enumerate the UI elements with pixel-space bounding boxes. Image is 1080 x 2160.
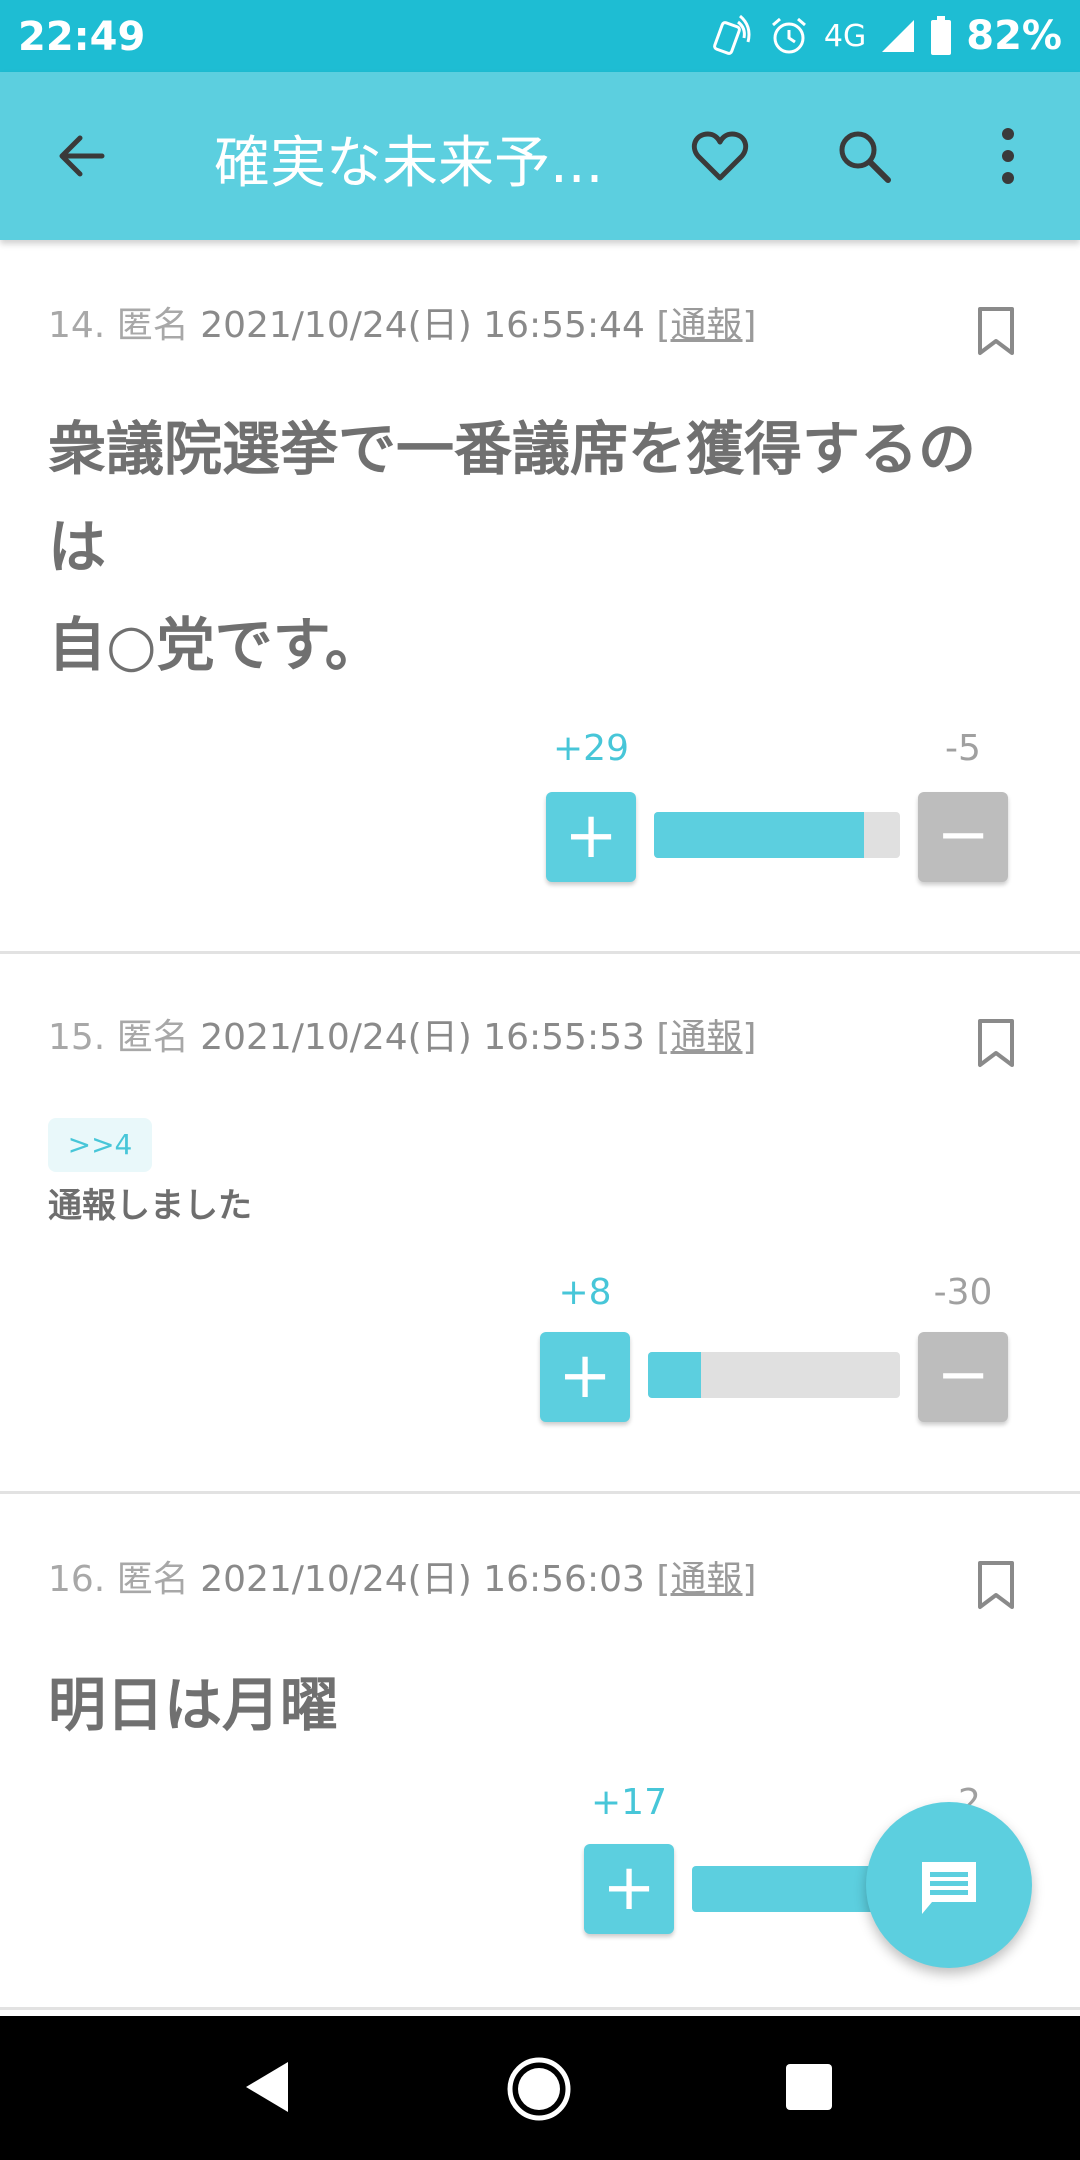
plus-button[interactable]: +	[546, 792, 636, 882]
post-number: 15.	[48, 1017, 106, 1058]
post-author: 匿名	[116, 1559, 189, 1600]
post-body-line: 自○党です。	[48, 611, 383, 679]
network-type: 4G	[823, 18, 867, 54]
plus-count: +8	[558, 1272, 612, 1313]
status-time: 22:49	[18, 14, 146, 60]
nav-back-icon[interactable]	[244, 2060, 290, 2114]
bookmark-icon[interactable]	[976, 1018, 1016, 1068]
minus-button[interactable]: −	[918, 1332, 1008, 1422]
back-arrow-icon[interactable]	[50, 124, 114, 188]
nav-home-icon[interactable]	[506, 2056, 572, 2122]
reply-anchor-chip[interactable]: >>4	[48, 1118, 152, 1172]
battery-percent: 82%	[966, 13, 1062, 59]
report-link[interactable]: [通報]	[656, 305, 756, 346]
post-14: 14. 匿名 2021/10/24(日) 16:55:44 [通報] 衆議院選挙…	[0, 240, 1080, 954]
vote-ratio-fill	[648, 1352, 701, 1398]
post-author: 匿名	[116, 1017, 189, 1058]
plus-count: +29	[553, 728, 629, 769]
post-body-line: 衆議院選挙で一番議席を獲得するの	[48, 415, 977, 483]
comment-icon	[922, 1862, 976, 1914]
post-15: 15. 匿名 2021/10/24(日) 16:55:53 [通報] >>4 通…	[0, 954, 1080, 1494]
plus-button[interactable]: +	[584, 1844, 674, 1934]
report-link[interactable]: [通報]	[656, 1559, 756, 1600]
post-meta: 15. 匿名 2021/10/24(日) 16:55:53 [通報]	[48, 1008, 756, 1060]
system-nav-bar	[0, 2016, 1080, 2160]
status-bar: 22:49 4G 82%	[0, 0, 1080, 72]
post-number: 16.	[48, 1559, 106, 1600]
post-body: 明日は月曜	[48, 1671, 339, 1739]
vote-ratio-bar	[648, 1352, 900, 1398]
post-meta: 14. 匿名 2021/10/24(日) 16:55:44 [通報]	[48, 296, 756, 348]
app-bar: 確実な未来予...	[0, 72, 1080, 240]
vote-ratio-fill	[654, 812, 864, 858]
minus-count: -5	[945, 728, 981, 769]
post-body: 衆議院選挙で一番議席を獲得するの は 自○党です。	[48, 400, 976, 694]
vote-ratio-bar	[654, 812, 900, 858]
plus-button[interactable]: +	[540, 1332, 630, 1422]
post-datetime: 2021/10/24(日) 16:55:53	[200, 1017, 645, 1058]
alarm-icon	[771, 17, 806, 54]
heart-icon[interactable]	[688, 124, 752, 188]
minus-button[interactable]: −	[918, 792, 1008, 882]
post-datetime: 2021/10/24(日) 16:56:03	[200, 1559, 645, 1600]
status-icons: 4G 82%	[710, 12, 1062, 60]
more-vert-icon[interactable]	[980, 124, 1036, 188]
signal-icon	[882, 20, 915, 52]
bookmark-icon[interactable]	[976, 1560, 1016, 1610]
post-body: 通報しました	[48, 1186, 252, 1226]
nfc-phone-icon	[713, 14, 751, 55]
nav-recents-icon[interactable]	[786, 2064, 832, 2110]
comment-fab[interactable]	[866, 1802, 1032, 1968]
page-title: 確実な未来予...	[214, 131, 604, 196]
post-meta: 16. 匿名 2021/10/24(日) 16:56:03 [通報]	[48, 1550, 756, 1602]
post-number: 14.	[48, 305, 106, 346]
minus-count: -30	[933, 1272, 993, 1313]
post-body-line: は	[48, 513, 107, 581]
post-datetime: 2021/10/24(日) 16:55:44	[200, 305, 645, 346]
search-icon[interactable]	[832, 124, 896, 188]
bookmark-icon[interactable]	[976, 306, 1016, 356]
battery-icon	[931, 16, 952, 55]
report-link[interactable]: [通報]	[656, 1017, 756, 1058]
plus-count: +17	[591, 1782, 667, 1823]
post-author: 匿名	[116, 305, 189, 346]
